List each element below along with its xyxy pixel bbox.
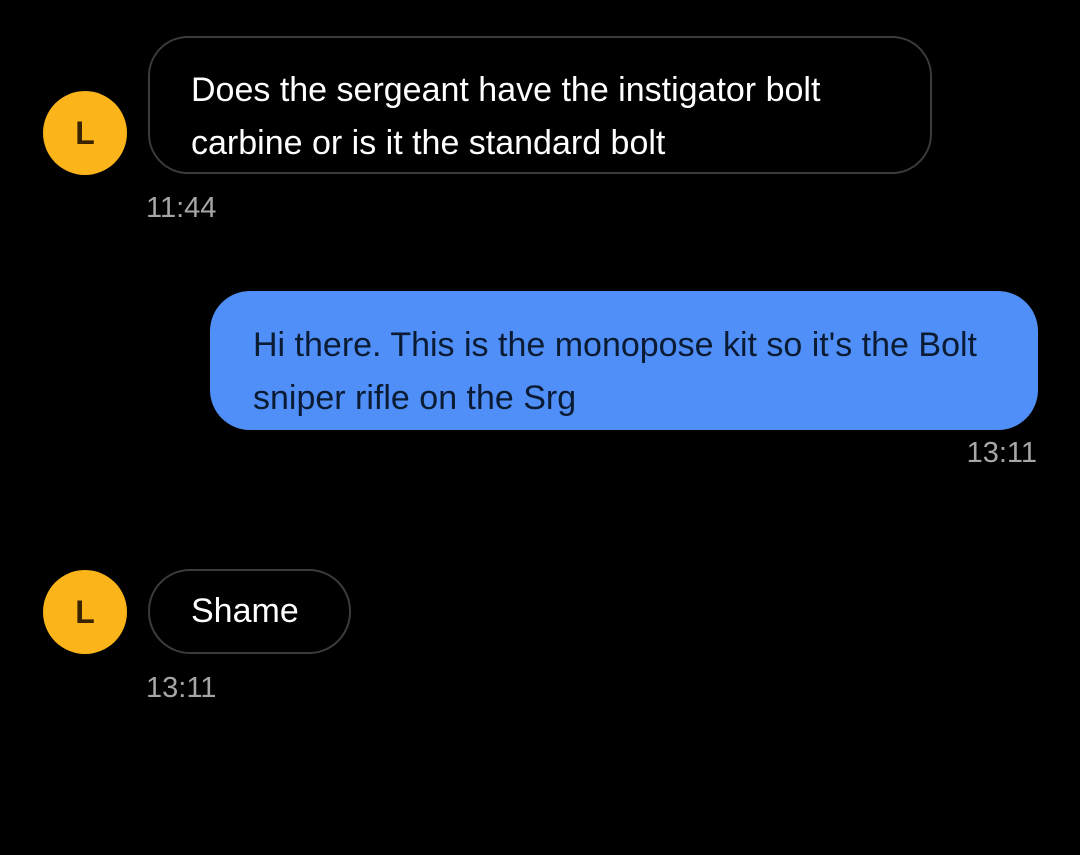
message-text: Shame: [191, 592, 299, 630]
avatar-initial: L: [75, 593, 95, 630]
message-timestamp: 13:11: [966, 437, 1037, 469]
avatar-initial: L: [75, 114, 95, 151]
avatar[interactable]: L: [43, 570, 127, 654]
incoming-message-bubble[interactable]: Shame: [148, 569, 351, 654]
message-text: Hi there. This is the monopose kit so it…: [253, 326, 977, 417]
message-text: Does the sergeant have the instigator bo…: [191, 71, 821, 162]
outgoing-message-bubble[interactable]: Hi there. This is the monopose kit so it…: [210, 291, 1038, 430]
message-timestamp: 11:44: [146, 192, 217, 224]
message-timestamp: 13:11: [146, 672, 217, 704]
incoming-message-bubble[interactable]: Does the sergeant have the instigator bo…: [148, 36, 932, 174]
avatar[interactable]: L: [43, 91, 127, 175]
